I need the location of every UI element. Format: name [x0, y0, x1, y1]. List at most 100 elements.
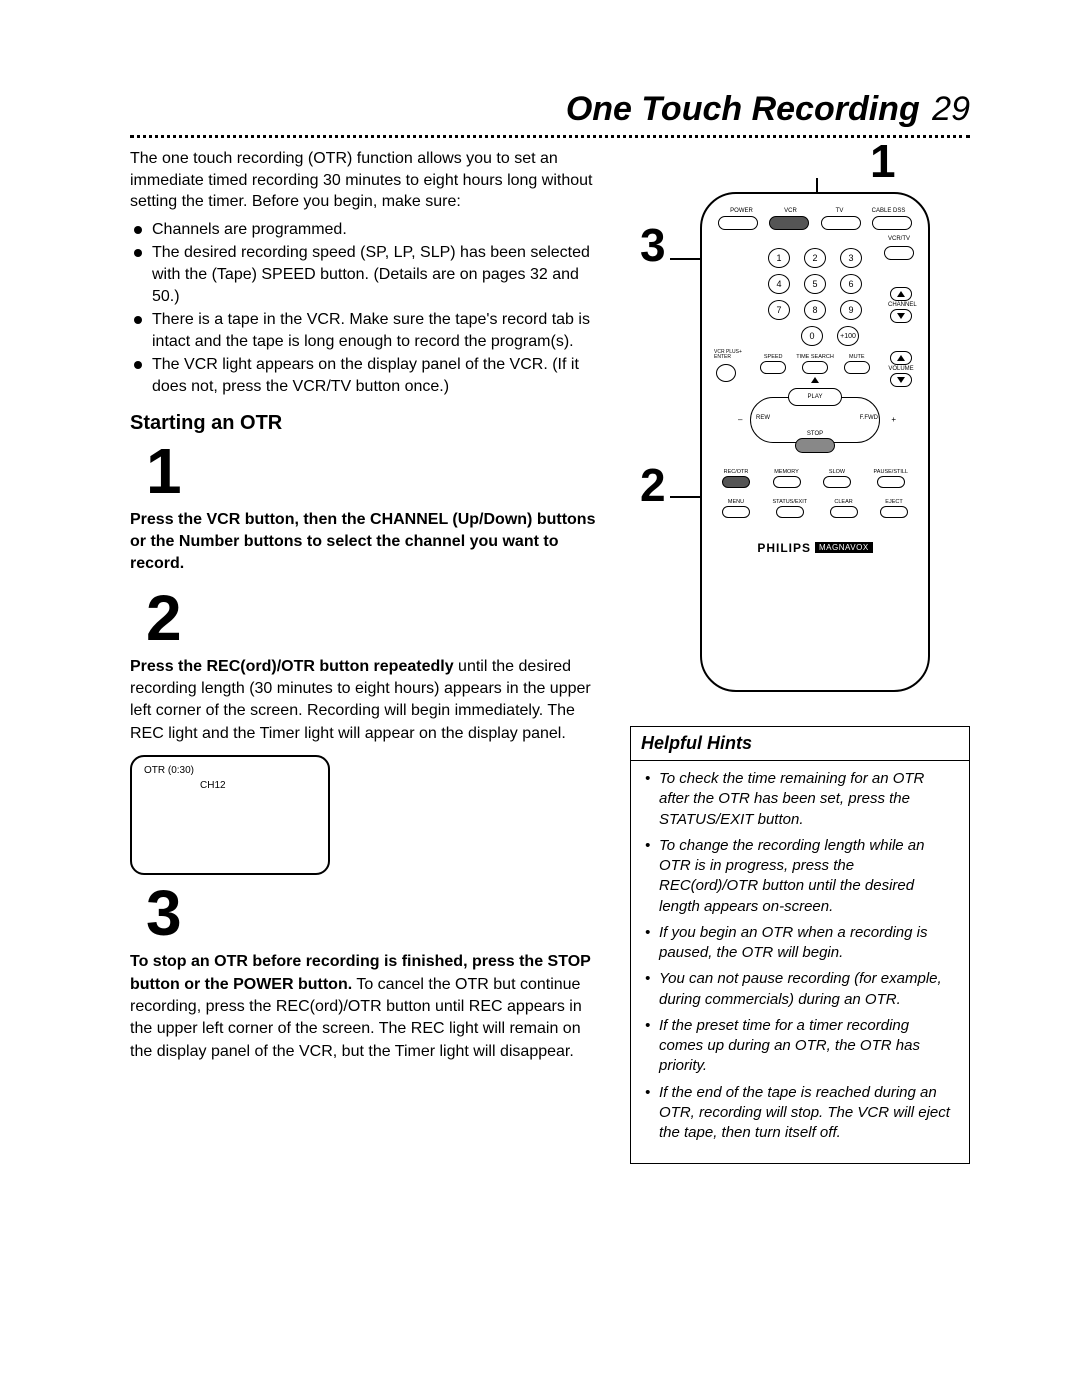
memory-button-icon — [773, 476, 801, 488]
remote-diagram: 1 3 2 POWER VCR TV CABLE DSS — [630, 148, 970, 708]
screen-otr-text: OTR (0:30) — [144, 765, 316, 776]
page-number: 29 — [932, 90, 970, 128]
timesearch-button-icon — [802, 361, 828, 374]
function-row: SPEED TIME SEARCH MUTE — [716, 354, 914, 375]
magnavox-logo: MAGNAVOX — [815, 542, 873, 553]
volume-label: VOLUME — [888, 366, 914, 372]
memory-label: MEMORY — [774, 469, 799, 475]
callout-3: 3 — [640, 218, 666, 272]
page-title: One Touch Recording — [566, 90, 920, 128]
step-1-text: Press the VCR button, then the CHANNEL (… — [130, 509, 600, 576]
status-button-icon — [776, 506, 804, 518]
num-1: 1 — [768, 248, 790, 268]
num-0: 0 — [801, 326, 823, 346]
num-7: 7 — [768, 300, 790, 320]
minus-icon: – — [738, 415, 742, 424]
rew-label: REW — [756, 415, 770, 421]
vcrplus-label: VCR PLUS+ ENTER — [714, 350, 742, 360]
header-divider — [130, 135, 970, 138]
num-6: 6 — [840, 274, 862, 294]
step-2-bold: Press the REC(ord)/OTR button repeatedly — [130, 658, 454, 675]
channel-label: CHANNEL — [888, 302, 914, 308]
callout-2: 2 — [640, 458, 666, 512]
speed-button-icon — [760, 361, 786, 374]
intro-text: The one touch recording (OTR) function a… — [130, 148, 600, 213]
step-1-bold: Press the VCR button, then the CHANNEL (… — [130, 511, 595, 573]
num-plus100: +100 — [837, 326, 859, 346]
list-item: The desired recording speed (SP, LP, SLP… — [130, 242, 600, 307]
pause-button-icon — [877, 476, 905, 488]
stop-label: STOP — [807, 431, 823, 437]
page-header: One Touch Recording 29 — [130, 90, 970, 129]
num-row: 0 +100 — [716, 326, 914, 346]
right-column: 1 3 2 POWER VCR TV CABLE DSS — [630, 148, 970, 1164]
num-2: 2 — [804, 248, 826, 268]
plus-icon: + — [891, 415, 896, 424]
timesearch-label: TIME SEARCH — [796, 354, 834, 360]
recotr-label: REC/OTR — [724, 469, 749, 475]
step-number-2: 2 — [146, 586, 600, 650]
bottom-row-1: REC/OTR MEMORY SLOW PAUSE/STILL — [716, 469, 914, 489]
num-4: 4 — [768, 274, 790, 294]
step-number-3: 3 — [146, 881, 600, 945]
manual-page: One Touch Recording 29 The one touch rec… — [0, 0, 1080, 1224]
channel-rocker: CHANNEL — [888, 286, 914, 324]
triangle-up-icon — [811, 377, 819, 383]
vcr-label: VCR — [769, 208, 812, 214]
bottom-row-2: MENU STATUS/EXIT CLEAR EJECT — [716, 499, 914, 519]
power-button-icon — [718, 216, 758, 230]
hints-body: To check the time remaining for an OTR a… — [631, 761, 969, 1163]
slow-button-icon — [823, 476, 851, 488]
hint-item: If the end of the tape is reached during… — [645, 1083, 955, 1144]
ffwd-label: F.FWD — [860, 415, 878, 421]
step-3-text: To stop an OTR before recording is finis… — [130, 951, 600, 1063]
hints-title: Helpful Hints — [631, 727, 969, 761]
tv-label: TV — [818, 208, 861, 214]
play-button-icon: PLAY — [788, 388, 842, 406]
menu-label: MENU — [728, 499, 744, 505]
hint-item: If you begin an OTR when a recording is … — [645, 923, 955, 964]
num-row: 4 5 6 — [716, 274, 914, 294]
vcr-button-icon — [769, 216, 809, 230]
slow-label: SLOW — [829, 469, 845, 475]
helpful-hints-box: Helpful Hints To check the time remainin… — [630, 726, 970, 1164]
tv-screen-diagram: OTR (0:30) CH12 — [130, 755, 330, 875]
pause-label: PAUSE/STILL — [874, 469, 908, 475]
num-row: 7 8 9 — [716, 300, 914, 320]
recotr-button-icon — [722, 476, 750, 488]
eject-label: EJECT — [885, 499, 902, 505]
num-3: 3 — [840, 248, 862, 268]
vcrplus-button-icon — [716, 364, 736, 382]
clear-label: CLEAR — [834, 499, 852, 505]
cable-label: CABLE DSS — [867, 208, 910, 214]
clear-button-icon — [830, 506, 858, 518]
step-2-text: Press the REC(ord)/OTR button repeatedly… — [130, 656, 600, 746]
hint-item: You can not pause recording (for example… — [645, 969, 955, 1010]
num-9: 9 — [840, 300, 862, 320]
mute-button-icon — [844, 361, 870, 374]
vcrtv-button-icon — [884, 246, 914, 260]
speed-label: SPEED — [764, 354, 783, 360]
volume-rocker: VOLUME — [888, 350, 914, 388]
status-label: STATUS/EXIT — [772, 499, 807, 505]
list-item: Channels are programmed. — [130, 219, 600, 241]
vcrtv-label: VCR/TV — [716, 236, 914, 242]
tv-button-icon — [821, 216, 861, 230]
stop-button-icon — [795, 438, 835, 453]
remote-top-buttons — [716, 216, 914, 230]
hint-item: To check the time remaining for an OTR a… — [645, 769, 955, 830]
callout-1: 1 — [870, 134, 896, 188]
list-item: There is a tape in the VCR. Make sure th… — [130, 309, 600, 352]
prerequisite-list: Channels are programmed. The desired rec… — [130, 219, 600, 398]
num-8: 8 — [804, 300, 826, 320]
mute-label: MUTE — [849, 354, 865, 360]
list-item: The VCR light appears on the display pan… — [130, 354, 600, 397]
step-number-1: 1 — [146, 439, 600, 503]
cable-button-icon — [872, 216, 912, 230]
eject-button-icon — [880, 506, 908, 518]
remote-control-icon: POWER VCR TV CABLE DSS VCR/TV 1 — [700, 192, 930, 692]
philips-logo: PHILIPS — [757, 541, 811, 555]
hint-item: If the preset time for a timer recording… — [645, 1016, 955, 1077]
power-label: POWER — [720, 208, 763, 214]
hint-item: To change the recording length while an … — [645, 836, 955, 917]
